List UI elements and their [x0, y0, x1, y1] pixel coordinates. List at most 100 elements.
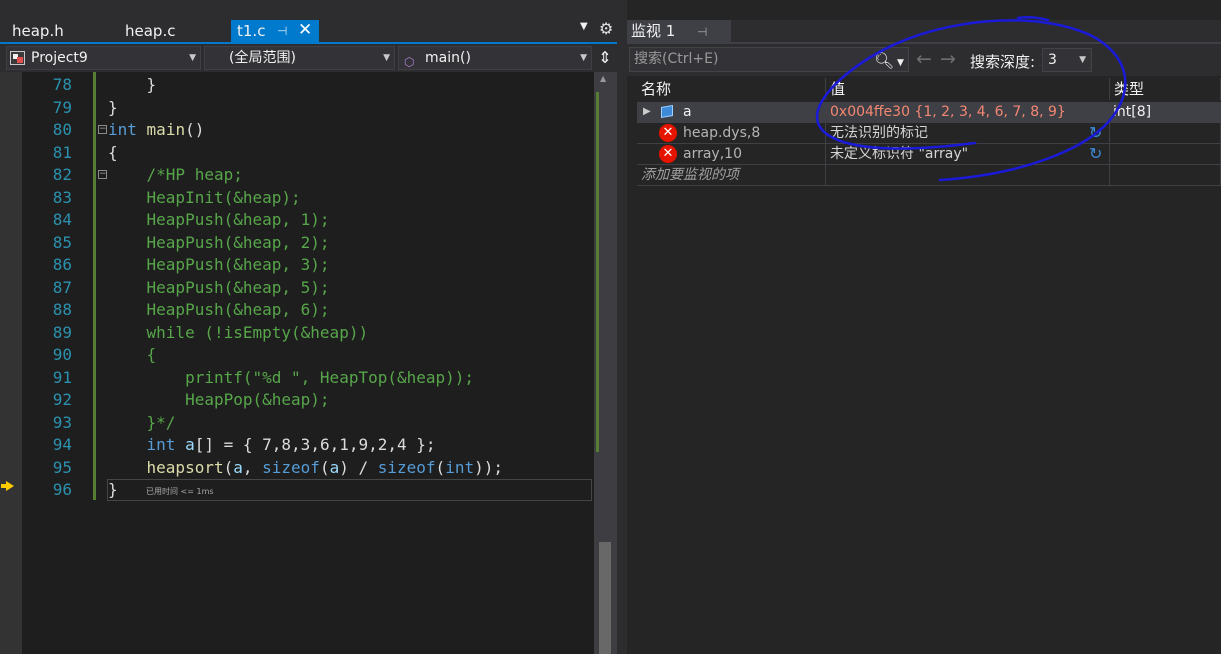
- code-line[interactable]: 79}: [22, 97, 594, 120]
- code-token: (: [319, 457, 330, 477]
- refresh-icon[interactable]: ↻: [1089, 144, 1102, 163]
- search-forward-arrow-icon[interactable]: →: [940, 48, 956, 70]
- error-icon: ✕: [659, 145, 677, 163]
- code-line[interactable]: 78 }: [22, 74, 594, 97]
- watch-row[interactable]: ▶ a 0x004ffe30 {1, 2, 3, 4, 6, 7, 8, 9} …: [637, 102, 1221, 123]
- tab-t1-c[interactable]: t1.c ⊣ ✕: [231, 20, 319, 42]
- code-line[interactable]: 81 {: [22, 142, 594, 165]
- code-text: HeapPop(&heap);: [108, 389, 330, 412]
- editor-scrollbar[interactable]: ▲: [594, 72, 617, 654]
- split-window-icon[interactable]: ⇕: [594, 47, 616, 69]
- line-number: 78: [52, 75, 72, 94]
- add-watch-row[interactable]: 添加要监视的项: [637, 165, 1221, 186]
- code-token: }: [108, 75, 157, 94]
- code-text: {: [108, 142, 118, 165]
- code-line[interactable]: 85 HeapPush(&heap, 2);: [22, 232, 594, 255]
- code-token: heapsort: [146, 457, 224, 477]
- code-line[interactable]: 80 − int main(): [22, 119, 594, 142]
- search-depth-dropdown[interactable]: 3 ▼: [1042, 48, 1092, 72]
- code-text: printf("%d ", HeapTop(&heap));: [108, 367, 474, 390]
- search-input[interactable]: 搜索(Ctrl+E) 🔍︎ ▼: [629, 47, 909, 72]
- tab-label: heap.h: [12, 22, 64, 40]
- pin-icon[interactable]: ⊣: [277, 20, 287, 42]
- watch-type: [1110, 165, 1221, 185]
- code-line[interactable]: 88 HeapPush(&heap, 6);: [22, 299, 594, 322]
- search-icon[interactable]: 🔍︎: [874, 49, 894, 72]
- code-token: /*HP heap;: [108, 165, 243, 184]
- project-dropdown[interactable]: Project9 ▼: [6, 46, 201, 70]
- code-line[interactable]: 91 printf("%d ", HeapTop(&heap));: [22, 367, 594, 390]
- code-line[interactable]: 84 HeapPush(&heap, 1);: [22, 209, 594, 232]
- watch-row[interactable]: ✕ array,10 未定义标识符 "array" ↻: [637, 144, 1221, 165]
- tab-watch-1[interactable]: 监视 1 ⊣: [627, 20, 731, 42]
- indicator-margin[interactable]: [0, 72, 22, 654]
- search-back-arrow-icon[interactable]: ←: [916, 48, 932, 70]
- fold-toggle-icon[interactable]: −: [98, 170, 107, 179]
- watch-value[interactable]: 无法识别的标记: [826, 123, 1110, 143]
- tab-list-dropdown-icon[interactable]: ▼: [580, 21, 588, 32]
- tab-heap-h[interactable]: heap.h: [0, 20, 100, 42]
- code-token: {: [108, 345, 157, 364]
- tab-heap-c[interactable]: heap.c: [113, 20, 221, 42]
- perf-tip: 已用时间 <= 1ms: [146, 487, 214, 496]
- column-header-value[interactable]: 值: [826, 78, 1110, 100]
- watch-name[interactable]: heap.dys,8: [683, 123, 826, 143]
- code-token: }: [108, 97, 118, 117]
- chevron-down-icon[interactable]: ▼: [897, 52, 904, 75]
- line-number: 86: [52, 255, 72, 274]
- code-area[interactable]: 78 } 79} 80− int main() 81{82− /*HP heap; 83 …: [0, 72, 617, 654]
- tab-label: t1.c: [237, 22, 266, 40]
- column-header-type[interactable]: 类型: [1110, 78, 1221, 100]
- code-line[interactable]: 83 HeapInit(&heap);: [22, 187, 594, 210]
- project-icon: [10, 51, 25, 65]
- code-text: }: [108, 97, 118, 120]
- code-line[interactable]: 87 HeapPush(&heap, 5);: [22, 277, 594, 300]
- code-token: while (!isEmpty(&heap)): [108, 322, 369, 342]
- code-line[interactable]: 90 {: [22, 344, 594, 367]
- scroll-thumb[interactable]: [599, 542, 611, 654]
- column-header-name[interactable]: 名称: [637, 78, 826, 100]
- pin-icon[interactable]: ⊣: [697, 21, 707, 43]
- watch-name[interactable]: a: [683, 102, 826, 122]
- code-line[interactable]: 86 HeapPush(&heap, 3);: [22, 254, 594, 277]
- code-line[interactable]: 89 while (!isEmpty(&heap)): [22, 322, 594, 345]
- fold-toggle-icon[interactable]: −: [98, 125, 107, 134]
- member-dropdown[interactable]: ⬡ main() ▼: [398, 46, 592, 70]
- line-number: 96: [52, 480, 72, 499]
- watch-row[interactable]: ✕ heap.dys,8 无法识别的标记 ↻: [637, 123, 1221, 144]
- project-label: Project9: [31, 50, 88, 66]
- watch-value[interactable]: 0x004ffe30 {1, 2, 3, 4, 6, 7, 8, 9}: [826, 102, 1110, 122]
- watch-name[interactable]: array,10: [683, 144, 826, 164]
- close-icon[interactable]: ✕: [298, 19, 312, 41]
- line-number: 85: [52, 232, 72, 252]
- add-watch-item[interactable]: 添加要监视的项: [641, 165, 826, 185]
- refresh-icon[interactable]: ↻: [1089, 123, 1102, 142]
- chevron-down-icon: ▼: [580, 53, 587, 63]
- watch-value[interactable]: 未定义标识符 "array": [826, 144, 1110, 164]
- scope-dropdown[interactable]: (全局范围) ▼: [204, 46, 395, 70]
- code-token: }*/: [108, 412, 176, 432]
- code-text: {: [108, 344, 157, 367]
- splitter[interactable]: [617, 0, 627, 654]
- search-placeholder: 搜索(Ctrl+E): [634, 51, 719, 67]
- member-label: main(): [425, 50, 471, 66]
- expand-triangle-icon[interactable]: ▶: [643, 106, 651, 117]
- code-token: int: [146, 435, 176, 454]
- code-line[interactable]: 95 heapsort(a, sizeof(a) / sizeof(int));: [22, 457, 594, 480]
- code-text: }*/: [108, 412, 176, 435]
- code-token: HeapPush(&heap, 3);: [108, 255, 330, 274]
- code-line[interactable]: 82 − /*HP heap;: [22, 164, 594, 187]
- line-number: 88: [52, 300, 72, 319]
- code-token: ,: [242, 457, 263, 477]
- gear-icon[interactable]: ⚙: [599, 19, 613, 38]
- watch-title: 监视 1: [631, 22, 676, 40]
- line-number: 83: [52, 187, 72, 207]
- code-line[interactable]: 92 HeapPop(&heap);: [22, 389, 594, 412]
- code-line[interactable]: 93 }*/: [22, 412, 594, 435]
- error-icon: ✕: [659, 124, 677, 142]
- scroll-up-icon[interactable]: ▲: [600, 74, 606, 83]
- code-line[interactable]: 94 int a[] = { 7,8,3,6,1,9,2,4 };: [22, 434, 594, 457]
- line-number: 82: [52, 165, 72, 184]
